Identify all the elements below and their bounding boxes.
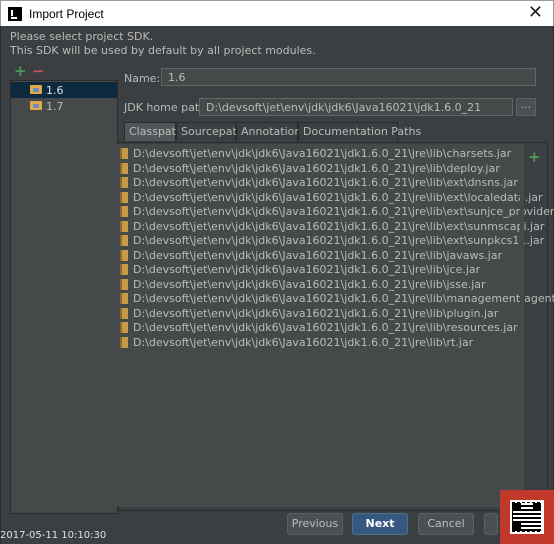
jar-icon bbox=[120, 177, 128, 188]
sdk-item-1-7[interactable]: 1.7 bbox=[11, 98, 117, 114]
jar-icon bbox=[120, 293, 128, 304]
hint-line-1: Please select project SDK. bbox=[10, 30, 154, 43]
classpath-entry: D:\devsoft\jet\env\jdk\jdk6\Java16021\jd… bbox=[133, 147, 512, 160]
remove-sdk-button[interactable]: − bbox=[32, 64, 45, 79]
classpath-row[interactable]: D:\devsoft\jet\env\jdk\jdk6\Java16021\jd… bbox=[116, 277, 522, 292]
jar-icon bbox=[120, 307, 128, 319]
next-button[interactable]: Next bbox=[352, 513, 408, 535]
classpath-entry: D:\devsoft\jet\env\jdk\jdk6\Java16021\jd… bbox=[133, 248, 503, 262]
jdk-home-label: JDK home path: bbox=[124, 101, 210, 114]
tab-documentation-paths[interactable]: Documentation Paths bbox=[298, 122, 421, 141]
classpath-list: D:\devsoft\jet\env\jdk\jdk6\Java16021\jd… bbox=[116, 144, 554, 507]
previous-button[interactable]: Previous bbox=[287, 513, 343, 535]
browse-button[interactable]: ... bbox=[516, 98, 536, 116]
classpath-row[interactable]: D:\devsoft\jet\env\jdk\jdk6\Java16021\jd… bbox=[116, 306, 522, 321]
screenshot-timestamp: 2017-05-11 10:10:30 bbox=[0, 530, 107, 541]
intellij-app-icon bbox=[8, 7, 22, 21]
classpath-entry: D:\devsoft\jet\env\jdk\jdk6\Java16021\jd… bbox=[133, 205, 554, 218]
classpath-entry: D:\devsoft\jet\env\jdk\jdk6\Java16021\jd… bbox=[133, 292, 554, 305]
sdk-item-label: 1.6 bbox=[46, 84, 64, 97]
name-field[interactable]: 1.6 bbox=[161, 68, 536, 86]
jdk-folder-icon bbox=[30, 85, 42, 94]
jar-icon bbox=[120, 336, 128, 348]
tab-classpath[interactable]: Classpath bbox=[124, 122, 183, 141]
classpath-row[interactable]: D:\devsoft\jet\env\jdk\jdk6\Java16021\jd… bbox=[116, 204, 554, 219]
jar-icon bbox=[120, 162, 128, 174]
classpath-entry: D:\devsoft\jet\env\jdk\jdk6\Java16021\jd… bbox=[133, 263, 481, 276]
jdk-home-field[interactable]: D:\devsoft\jet\env\jdk\jdk6\Java16021\jd… bbox=[199, 98, 513, 116]
close-window-button[interactable]: ✕ bbox=[528, 3, 543, 23]
sdk-item-1-6[interactable]: 1.6 bbox=[11, 82, 117, 98]
tab-sourcepath[interactable]: Sourcepath bbox=[176, 122, 244, 141]
classpath-row[interactable]: D:\devsoft\jet\env\jdk\jdk6\Java16021\jd… bbox=[116, 291, 554, 306]
classpath-row[interactable]: D:\devsoft\jet\env\jdk\jdk6\Java16021\jd… bbox=[116, 262, 522, 277]
jar-icon bbox=[120, 191, 128, 203]
classpath-row[interactable]: D:\devsoft\jet\env\jdk\jdk6\Java16021\jd… bbox=[116, 161, 522, 176]
title-bar: Import Project ✕ bbox=[0, 0, 554, 27]
jar-icon bbox=[120, 206, 128, 217]
classpath-row[interactable]: D:\devsoft\jet\env\jdk\jdk6\Java16021\jd… bbox=[116, 146, 522, 161]
jar-icon bbox=[120, 322, 128, 333]
jar-icon bbox=[120, 249, 128, 261]
classpath-row[interactable]: D:\devsoft\jet\env\jdk\jdk6\Java16021\jd… bbox=[116, 335, 522, 350]
hint-line-2: This SDK will be used by default by all … bbox=[10, 44, 316, 57]
classpath-row[interactable]: D:\devsoft\jet\env\jdk\jdk6\Java16021\jd… bbox=[116, 219, 544, 234]
sdk-list: 1.6 1.7 bbox=[10, 80, 118, 514]
cancel-button[interactable]: Cancel bbox=[418, 513, 474, 535]
add-sdk-button[interactable]: + bbox=[14, 64, 27, 79]
qr-code-pattern bbox=[513, 503, 541, 531]
help-button[interactable] bbox=[484, 513, 498, 535]
classpath-entry: D:\devsoft\jet\env\jdk\jdk6\Java16021\jd… bbox=[133, 306, 499, 320]
tab-annotations[interactable]: Annotations bbox=[236, 122, 307, 141]
classpath-entry: D:\devsoft\jet\env\jdk\jdk6\Java16021\jd… bbox=[133, 219, 545, 233]
classpath-entry: D:\devsoft\jet\env\jdk\jdk6\Java16021\jd… bbox=[133, 277, 486, 291]
classpath-row[interactable]: D:\devsoft\jet\env\jdk\jdk6\Java16021\jd… bbox=[116, 320, 522, 335]
classpath-entry: D:\devsoft\jet\env\jdk\jdk6\Java16021\jd… bbox=[133, 321, 518, 334]
classpath-scrollbar[interactable] bbox=[520, 144, 524, 507]
jar-icon bbox=[120, 235, 128, 246]
classpath-row[interactable]: D:\devsoft\jet\env\jdk\jdk6\Java16021\jd… bbox=[116, 248, 522, 263]
jar-icon bbox=[120, 278, 128, 290]
classpath-entry: D:\devsoft\jet\env\jdk\jdk6\Java16021\jd… bbox=[133, 234, 545, 247]
classpath-entry: D:\devsoft\jet\env\jdk\jdk6\Java16021\jd… bbox=[133, 190, 543, 204]
classpath-row[interactable]: D:\devsoft\jet\env\jdk\jdk6\Java16021\jd… bbox=[116, 233, 544, 248]
jar-icon bbox=[120, 148, 128, 159]
classpath-row[interactable]: D:\devsoft\jet\env\jdk\jdk6\Java16021\jd… bbox=[116, 175, 522, 190]
sdk-item-label: 1.7 bbox=[46, 100, 64, 113]
classpath-entry: D:\devsoft\jet\env\jdk\jdk6\Java16021\jd… bbox=[133, 161, 500, 175]
jdk-folder-icon bbox=[30, 101, 42, 110]
window-title: Import Project bbox=[29, 7, 104, 21]
jar-icon bbox=[120, 264, 128, 275]
classpath-row[interactable]: D:\devsoft\jet\env\jdk\jdk6\Java16021\jd… bbox=[116, 190, 543, 205]
classpath-entry: D:\devsoft\jet\env\jdk\jdk6\Java16021\jd… bbox=[133, 176, 518, 189]
classpath-entry: D:\devsoft\jet\env\jdk\jdk6\Java16021\jd… bbox=[133, 335, 474, 349]
name-label: Name: bbox=[124, 72, 161, 85]
jar-icon bbox=[120, 220, 128, 232]
add-classpath-button[interactable]: + bbox=[528, 148, 541, 166]
